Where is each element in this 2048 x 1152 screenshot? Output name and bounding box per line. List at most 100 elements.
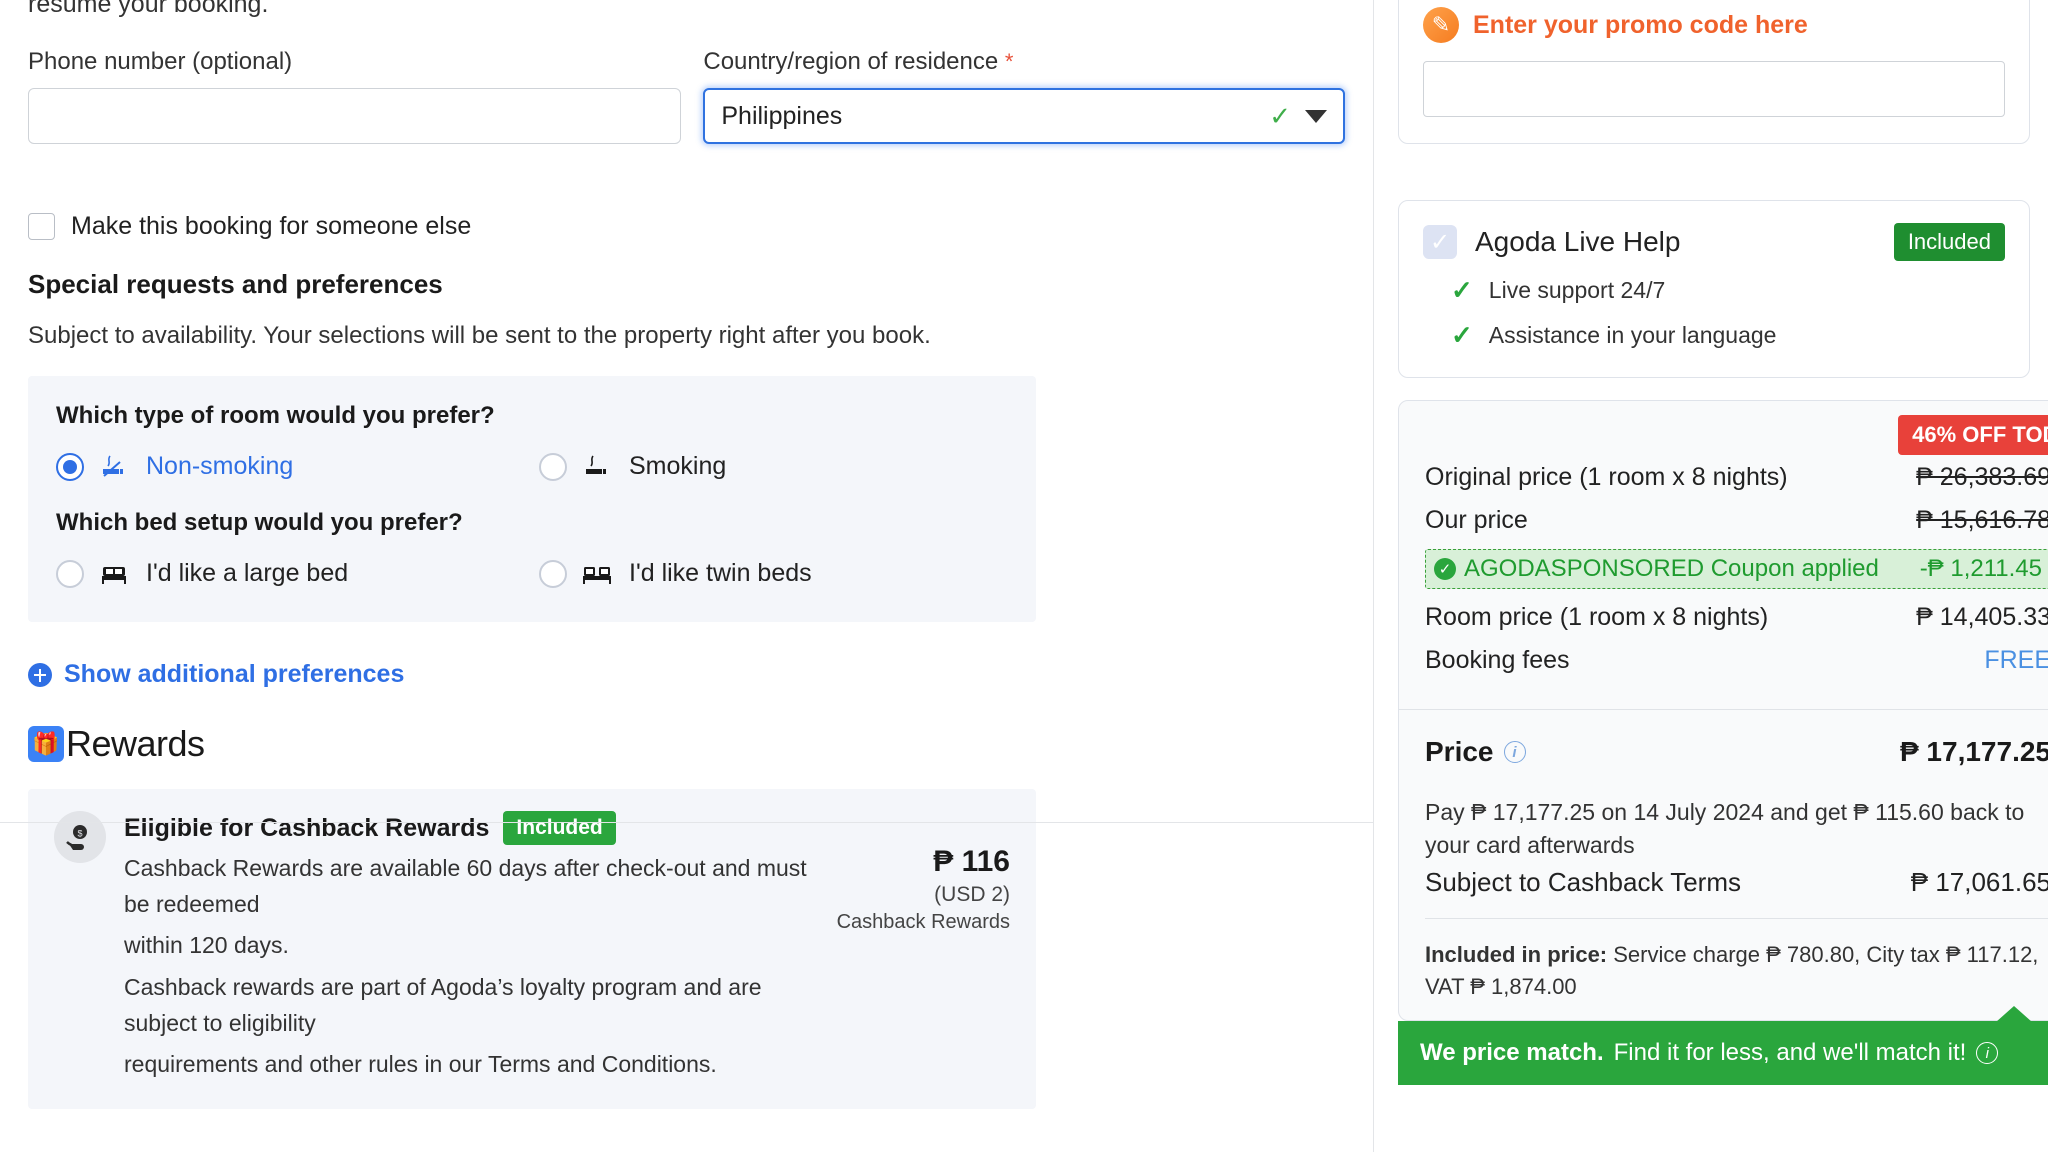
special-requests-subtitle: Subject to availability. Your selections… <box>28 322 931 349</box>
discount-badge: 46% OFF TODAY <box>1898 415 2048 455</box>
radio-smoking[interactable] <box>539 452 567 481</box>
price-row-original: Original price (1 room x 8 nights) ₱ 26,… <box>1425 463 2048 492</box>
preferences-panel: Which type of room would you prefer? Non… <box>28 376 1036 622</box>
total-price-row: Price i ₱ 17,177.25 <box>1399 710 2048 778</box>
info-icon[interactable]: i <box>1503 741 1526 763</box>
total-price-value: ₱ 17,177.25 <box>1899 736 2048 767</box>
live-help-feature-2-label: Assistance in your language <box>1488 322 1777 348</box>
check-icon: ✓ <box>1451 320 1473 350</box>
phone-field-label: Phone number (optional) <box>28 48 293 75</box>
price-row-room-price-label: Room price (1 room x 8 nights) <box>1425 603 1769 631</box>
price-match-rest-text: Find it for less, and we'll match it! <box>1613 1039 1967 1067</box>
bed-setup-options: I'd like a large bed I'd like twin beds <box>56 559 1008 588</box>
price-match-banner[interactable]: We price match. Find it for less, and we… <box>1398 1006 2048 1086</box>
cashback-rewards-card: $ Eligible for Cashback Rewards Included… <box>28 789 1036 1109</box>
bed-setup-question: Which bed setup would you prefer? <box>56 509 463 536</box>
option-large-bed[interactable]: I'd like a large bed <box>56 559 539 588</box>
twin-beds-icon <box>581 560 615 588</box>
promo-code-header: ✎ Enter your promo code here <box>1423 0 2005 43</box>
cashback-desc-line-1: Cashback Rewards are available 60 days a… <box>124 855 807 917</box>
chevron-down-icon[interactable] <box>1305 109 1327 123</box>
radio-large-bed[interactable] <box>56 559 84 588</box>
cashback-coin-icon: $ <box>54 811 106 863</box>
plus-icon <box>28 662 52 687</box>
price-row-our-price-value: ₱ 15,616.78 <box>1916 506 2048 534</box>
price-row-our-price-label: Our price <box>1425 506 1528 534</box>
cashback-desc-line-4: requirements and other rules in our Term… <box>124 1051 717 1078</box>
promo-tag-icon: ✎ <box>1423 7 1459 43</box>
price-row-original-value: ₱ 26,383.69 <box>1916 463 2048 491</box>
live-help-included-badge: Included <box>1893 223 2005 261</box>
price-row-booking-fees-value: FREE <box>1984 646 2048 674</box>
cashback-amount-label: Cashback Rewards <box>836 911 1010 933</box>
contact-fields-row: Phone number (optional) Country/region o… <box>28 48 1345 144</box>
agoda-live-help-card: ✓ Agoda Live Help Included ✓ Live suppor… <box>1398 200 2030 378</box>
required-asterisk: * <box>1004 49 1014 74</box>
price-row-booking-fees-label: Booking fees <box>1425 646 1570 674</box>
section-divider <box>0 822 1373 823</box>
cashback-included-badge: Included <box>503 811 616 845</box>
cashback-amount-usd: (USD 2) <box>934 883 1010 906</box>
phone-input[interactable] <box>28 88 682 144</box>
cashback-terms-value: ₱ 17,061.65 <box>1910 866 2048 897</box>
show-additional-preferences-link[interactable]: Show additional preferences <box>28 660 1345 689</box>
live-help-checkbox[interactable]: ✓ <box>1423 225 1457 259</box>
info-icon[interactable]: i <box>1976 1042 1999 1065</box>
booking-checkout-page: resume your booking. Phone number (optio… <box>0 0 2048 1152</box>
room-type-options: Non-smoking Smoking <box>56 452 1008 481</box>
option-non-smoking[interactable]: Non-smoking <box>56 452 539 481</box>
cashback-desc-line-3: Cashback rewards are part of Agoda’s loy… <box>124 973 762 1036</box>
country-select-value: Philippines <box>721 101 843 130</box>
radio-twin-beds[interactable] <box>539 559 567 588</box>
check-icon: ✓ <box>1451 275 1473 305</box>
live-help-feature-1-label: Live support 24/7 <box>1488 277 1666 303</box>
right-summary-column: ✎ Enter your promo code here ✓ Agoda Liv… <box>1373 0 2048 1152</box>
price-row-room-price: Room price (1 room x 8 nights) ₱ 14,405.… <box>1425 603 2048 632</box>
left-form-column: resume your booking. Phone number (optio… <box>0 0 1373 1152</box>
option-smoking[interactable]: Smoking <box>539 452 726 481</box>
large-bed-icon <box>98 560 132 588</box>
price-summary-card: 46% OFF TODAY Original price (1 room x 8… <box>1398 400 2048 1022</box>
country-select[interactable]: Philippines ✓ <box>703 88 1345 144</box>
check-icon: ✓ <box>1269 100 1291 131</box>
booking-for-someone-else-row[interactable]: Make this booking for someone else <box>28 212 1345 241</box>
included-in-price-prefix: Included in price: <box>1425 941 1608 967</box>
phone-field-group: Phone number (optional) <box>28 48 682 144</box>
promo-code-input[interactable] <box>1423 61 2005 117</box>
price-row-original-label: Original price (1 room x 8 nights) <box>1425 463 1788 491</box>
cashback-title-row: Eligible for Cashback Rewards Included <box>124 811 819 845</box>
price-match-bold-text: We price match. <box>1420 1039 1604 1067</box>
coupon-applied-row: ✓ AGODASPONSORED Coupon applied -₱ 1,211… <box>1425 549 2048 589</box>
cashback-card-title: Eligible for Cashback Rewards <box>124 813 490 842</box>
coupon-label: AGODASPONSORED Coupon applied <box>1464 555 1879 582</box>
option-label-twin-beds: I'd like twin beds <box>629 559 812 587</box>
coupon-value: -₱ 1,211.45 <box>1919 555 2042 582</box>
option-twin-beds[interactable]: I'd like twin beds <box>539 559 812 588</box>
live-help-title: Agoda Live Help <box>1475 226 1681 257</box>
cashback-amount-value: ₱ 116 <box>933 845 1010 878</box>
cashback-desc-line-2: within 120 days. <box>124 932 289 959</box>
cashback-card-body: Eligible for Cashback Rewards Included C… <box>124 811 819 1083</box>
promo-code-card: ✎ Enter your promo code here <box>1398 0 2030 144</box>
smoking-icon <box>581 453 615 481</box>
someone-else-checkbox[interactable] <box>28 213 55 240</box>
option-label-smoking: Smoking <box>629 452 727 480</box>
someone-else-label: Make this booking for someone else <box>71 212 472 240</box>
show-additional-preferences-label: Show additional preferences <box>64 660 405 688</box>
special-requests-heading: Special requests and preferences <box>28 269 443 299</box>
option-label-non-smoking: Non-smoking <box>146 452 294 480</box>
svg-text:$: $ <box>77 829 82 839</box>
included-in-price-note: Included in price: Service charge ₱ 780.… <box>1399 919 2048 1021</box>
rewards-header: 🎁 Rewards <box>28 723 1345 765</box>
radio-non-smoking[interactable] <box>56 452 84 481</box>
total-price-label: Price <box>1425 736 1494 767</box>
option-label-large-bed: I'd like a large bed <box>146 559 349 587</box>
live-help-feature-2: ✓ Assistance in your language <box>1423 320 2005 351</box>
price-row-booking-fees: Booking fees FREE <box>1425 646 2048 675</box>
price-row-room-price-value: ₱ 14,405.33 <box>1916 603 2048 631</box>
coupon-check-icon: ✓ <box>1434 558 1456 580</box>
live-help-header: ✓ Agoda Live Help Included <box>1423 223 2005 261</box>
pay-note-text: Pay ₱ 17,177.25 on 14 July 2024 and get … <box>1425 799 2025 859</box>
country-field-group: Country/region of residence * Philippine… <box>703 48 1345 144</box>
no-smoking-icon <box>98 453 132 481</box>
